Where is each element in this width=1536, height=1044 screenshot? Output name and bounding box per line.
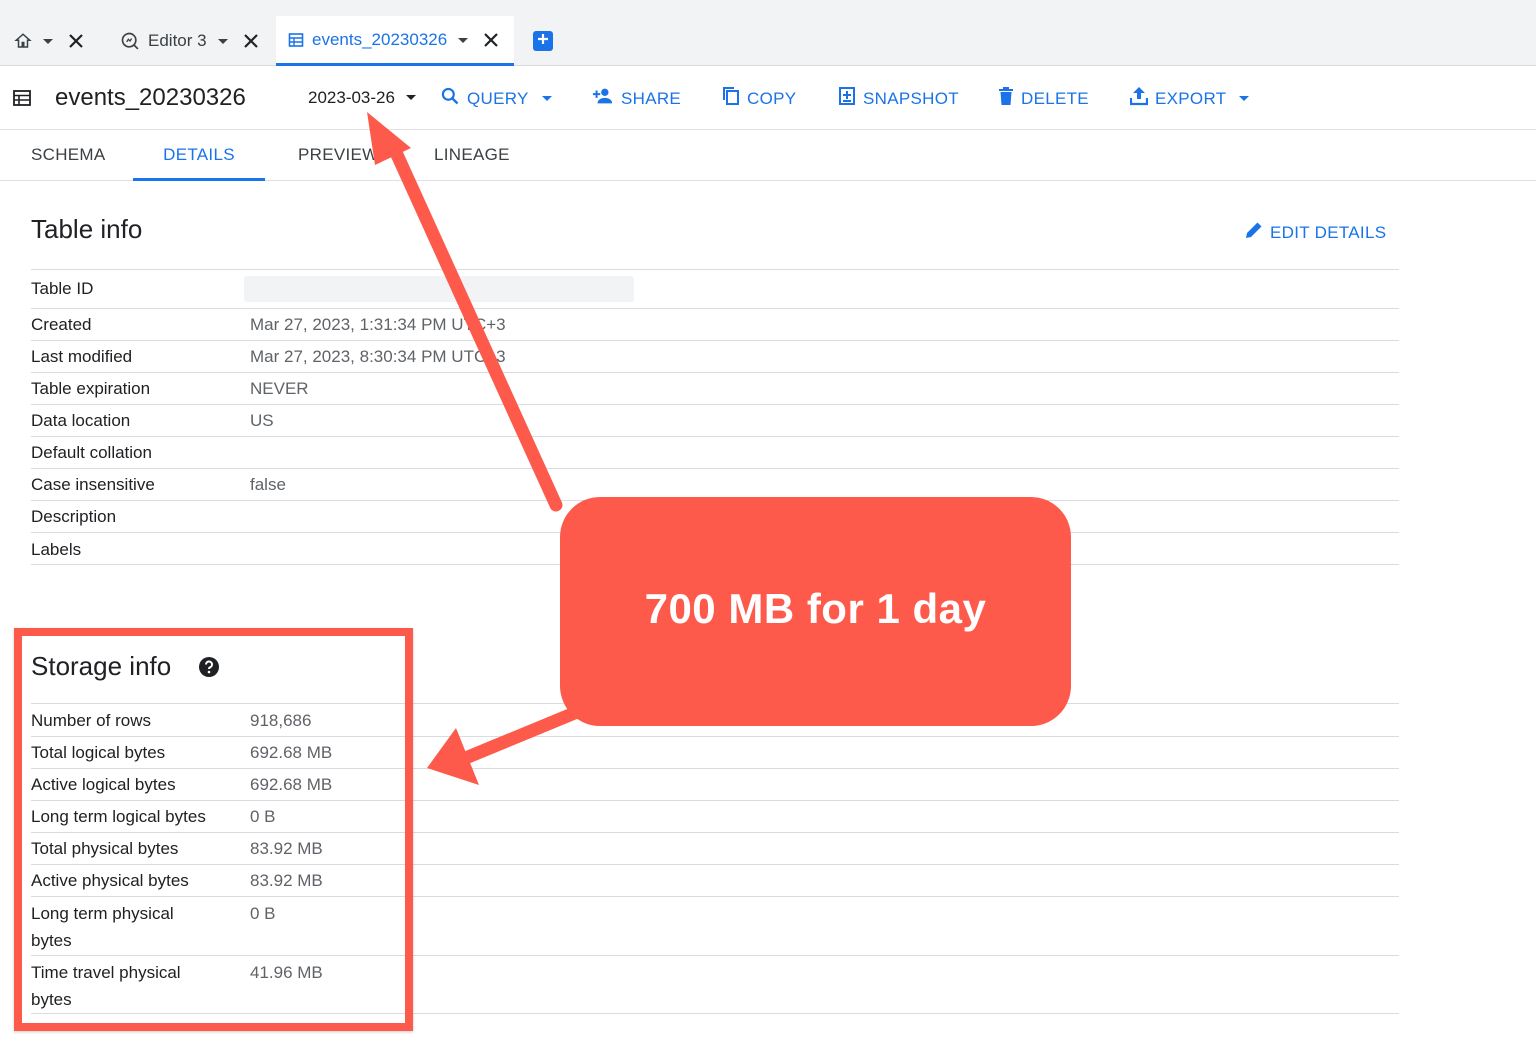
tab-events-label: events_20230326 [312, 29, 448, 49]
table-row: Created Mar 27, 2023, 1:31:34 PM UTC+3 [31, 308, 1399, 340]
row-label: Case insensitive [31, 475, 155, 494]
snapshot-button[interactable]: SNAPSHOT [838, 86, 959, 111]
table-row: Data location US [31, 404, 1399, 436]
person-add-icon [592, 86, 614, 111]
upload-icon [1129, 86, 1149, 111]
row-label: Table ID [31, 279, 94, 298]
table-toolbar: events_20230326 2023-03-26 QUERY SHARE C… [0, 66, 1536, 130]
page-title: events_20230326 [55, 84, 246, 111]
close-icon[interactable] [243, 33, 259, 49]
table-info-heading: Table info [31, 214, 143, 244]
plus-icon [537, 32, 549, 50]
annotation-callout: 700 MB for 1 day [560, 497, 1071, 726]
close-icon[interactable] [68, 33, 84, 49]
table-row: Last modified Mar 27, 2023, 8:30:34 PM U… [31, 340, 1399, 372]
table-row: Table expiration NEVER [31, 372, 1399, 404]
table-row: Default collation [31, 436, 1399, 468]
query-button[interactable]: QUERY [440, 86, 553, 111]
copy-button[interactable]: COPY [722, 86, 796, 111]
copy-icon [722, 86, 740, 111]
row-value: Mar 27, 2023, 8:30:34 PM UTC+3 [250, 347, 506, 366]
tab-preview[interactable]: PREVIEW [298, 131, 379, 181]
tab-schema[interactable]: SCHEMA [31, 131, 106, 181]
copy-button-label: COPY [747, 88, 797, 108]
chevron-down-icon[interactable] [457, 34, 469, 46]
row-label: Default collation [31, 443, 152, 462]
row-label: Created [31, 315, 92, 334]
tab-bar: Editor 3 events_20230326 [0, 0, 1536, 66]
tab-lineage[interactable]: LINEAGE [434, 131, 510, 181]
tab-home[interactable] [14, 16, 84, 66]
snapshot-icon [838, 86, 856, 111]
chevron-down-icon [541, 89, 553, 109]
tab-events-table[interactable]: events_20230326 [276, 16, 514, 66]
table-icon [12, 88, 32, 113]
chevron-down-icon[interactable] [42, 35, 54, 47]
tab-editor[interactable]: Editor 3 [120, 16, 259, 66]
share-button-label: SHARE [621, 88, 682, 108]
row-value: US [250, 411, 274, 430]
row-value: Mar 27, 2023, 1:31:34 PM UTC+3 [250, 315, 506, 334]
edit-details-label: EDIT DETAILS [1270, 222, 1387, 242]
trash-icon [998, 86, 1014, 111]
row-label: Last modified [31, 347, 133, 366]
partition-date-select[interactable]: 2023-03-26 [308, 88, 417, 108]
row-label: Labels [31, 540, 82, 559]
row-label: Data location [31, 411, 131, 430]
export-button-label: EXPORT [1155, 88, 1227, 108]
query-button-label: QUERY [467, 88, 529, 108]
callout-text: 700 MB for 1 day [644, 584, 987, 632]
new-tab-button[interactable] [533, 31, 553, 51]
share-button[interactable]: SHARE [592, 86, 681, 111]
redacted-table-id [244, 276, 634, 302]
edit-details-button[interactable]: EDIT DETAILS [1244, 220, 1386, 245]
query-editor-icon [120, 31, 140, 51]
tab-editor-label: Editor 3 [148, 31, 207, 50]
close-icon[interactable] [483, 32, 499, 48]
delete-button[interactable]: DELETE [998, 86, 1089, 111]
search-icon [440, 86, 460, 111]
export-button[interactable]: EXPORT [1129, 86, 1250, 111]
tab-details[interactable]: DETAILS [133, 131, 265, 181]
chevron-down-icon [405, 88, 417, 108]
row-value: false [250, 475, 286, 494]
table-row: Table ID [31, 269, 1399, 308]
row-value: NEVER [250, 379, 309, 398]
chevron-down-icon [1238, 89, 1250, 109]
chevron-down-icon[interactable] [217, 35, 229, 47]
table-icon [288, 32, 304, 48]
pencil-icon [1244, 220, 1264, 245]
storage-info-highlight [14, 628, 413, 1031]
row-label: Table expiration [31, 379, 151, 398]
detail-tabs: SCHEMA DETAILS PREVIEW LINEAGE [0, 131, 1536, 181]
home-icon [14, 32, 32, 50]
delete-button-label: DELETE [1021, 88, 1089, 108]
row-label: Description [31, 507, 117, 526]
partition-date-value: 2023-03-26 [308, 88, 395, 107]
snapshot-button-label: SNAPSHOT [863, 88, 959, 108]
table-row: Case insensitive false [31, 468, 1399, 500]
